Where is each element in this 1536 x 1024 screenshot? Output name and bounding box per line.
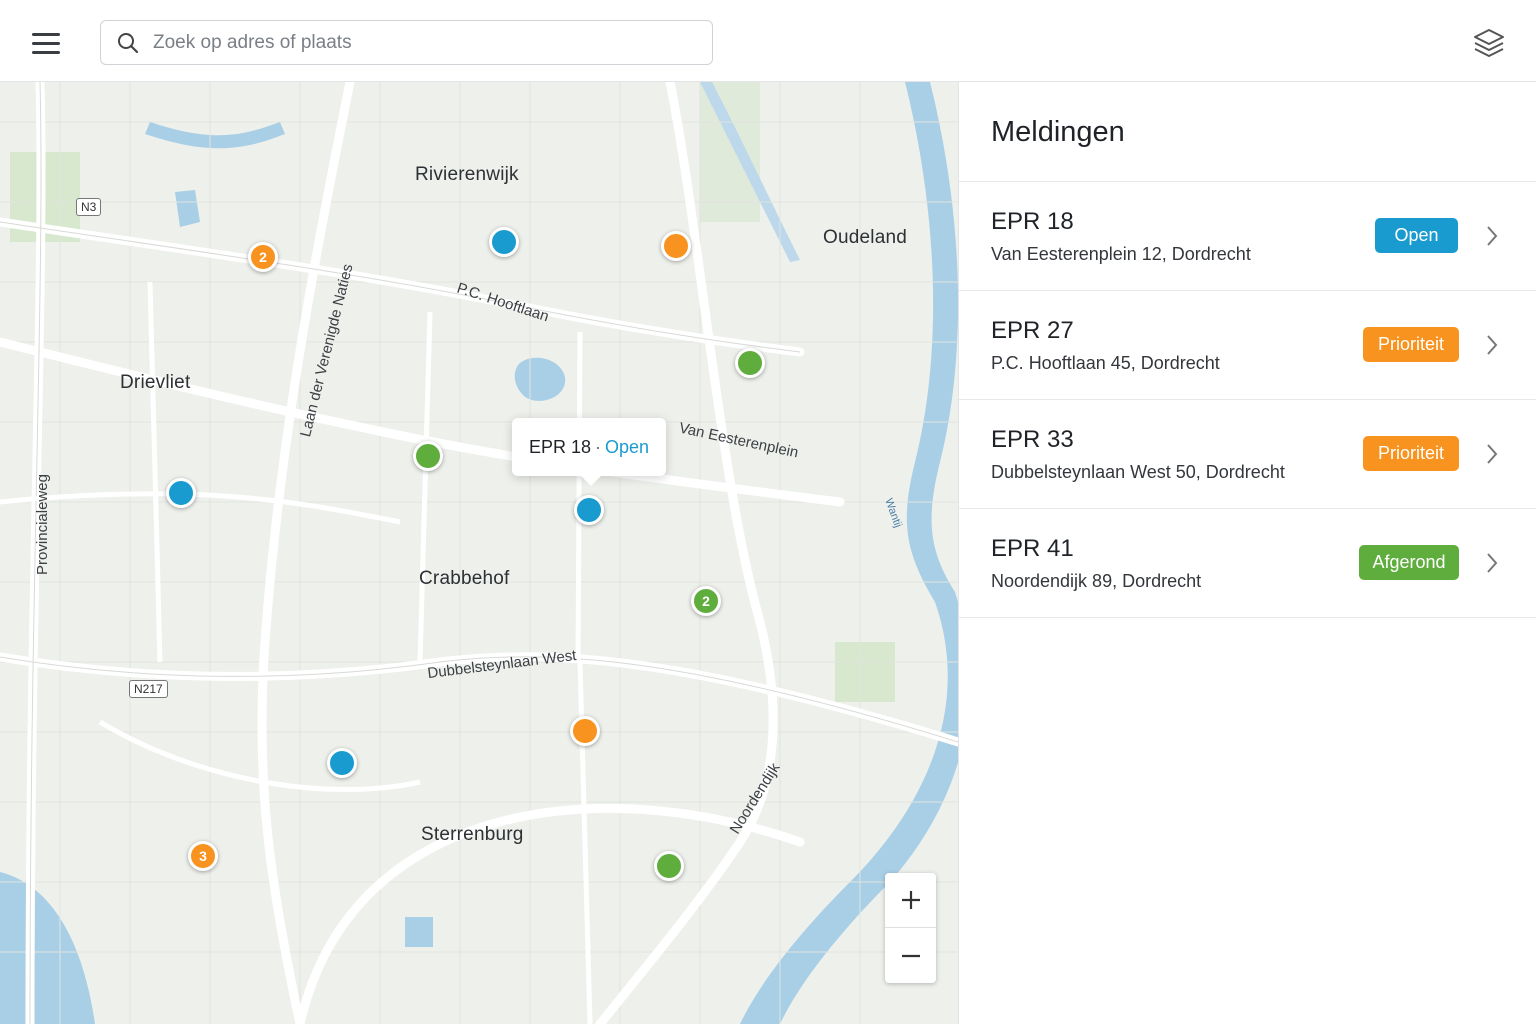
report-item[interactable]: EPR 41 Noordendijk 89, Dordrecht Afgeron…: [959, 509, 1536, 618]
marker-open[interactable]: [327, 748, 357, 778]
popup-separator: ·: [595, 437, 601, 457]
plus-icon[interactable]: [885, 873, 936, 928]
report-id: EPR 27: [991, 317, 1074, 344]
report-address: P.C. Hooftlaan 45, Dordrecht: [991, 353, 1220, 373]
place-label: Rivierenwijk: [415, 164, 519, 185]
report-item[interactable]: EPR 33 Dubbelsteynlaan West 50, Dordrech…: [959, 400, 1536, 509]
report-item[interactable]: EPR 18 Van Eesterenplein 12, Dordrecht O…: [959, 182, 1536, 291]
reports-panel: Meldingen EPR 18 Van Eesterenplein 12, D…: [958, 82, 1536, 1024]
street-label: Provincialeweg: [33, 474, 51, 575]
search-box[interactable]: [100, 20, 713, 65]
top-bar: [0, 0, 1536, 82]
panel-title: Meldingen: [991, 116, 1125, 148]
status-badge: Afgerond: [1359, 545, 1459, 580]
popup-status: Open: [605, 437, 650, 457]
road-shield: N217: [129, 680, 168, 698]
chevron-right-icon[interactable]: [1484, 552, 1500, 574]
report-item[interactable]: EPR 27 P.C. Hooftlaan 45, Dordrecht Prio…: [959, 291, 1536, 400]
marker-open[interactable]: [489, 227, 519, 257]
status-badge: Prioriteit: [1363, 327, 1459, 362]
chevron-right-icon[interactable]: [1484, 443, 1500, 465]
zoom-control: [885, 873, 936, 983]
chevron-right-icon[interactable]: [1484, 225, 1500, 247]
place-label: Oudeland: [823, 227, 908, 248]
chevron-right-icon[interactable]: [1484, 334, 1500, 356]
report-address: Dubbelsteynlaan West 50, Dordrecht: [991, 462, 1285, 482]
marker-priority[interactable]: [570, 716, 600, 746]
report-address: Noordendijk 89, Dordrecht: [991, 571, 1202, 591]
place-label: Drievliet: [120, 372, 191, 393]
menu-icon[interactable]: [24, 24, 68, 62]
marker-popup[interactable]: EPR 18 · Open: [512, 418, 666, 486]
map-base: [0, 82, 958, 1024]
search-input[interactable]: [153, 25, 693, 61]
road-shield: N3: [76, 198, 102, 216]
status-badge: Prioriteit: [1363, 436, 1459, 471]
marker-priority[interactable]: [661, 231, 691, 261]
marker-open-selected[interactable]: [574, 495, 604, 525]
search-icon: [118, 33, 139, 54]
marker-done[interactable]: [735, 348, 765, 378]
marker-done[interactable]: [654, 851, 684, 881]
layers-icon[interactable]: [1470, 24, 1508, 62]
map-view[interactable]: Rivierenwijk Oudeland Drievliet Crabbeho…: [0, 82, 958, 1024]
report-id: EPR 41: [991, 535, 1074, 562]
place-label: Crabbehof: [419, 568, 510, 589]
cluster-marker[interactable]: 2: [248, 242, 278, 272]
status-badge: Open: [1375, 218, 1458, 253]
place-label: Sterrenburg: [421, 824, 524, 845]
report-id: EPR 18: [991, 208, 1074, 235]
cluster-marker[interactable]: 2: [691, 586, 721, 616]
cluster-marker[interactable]: 3: [188, 841, 218, 871]
minus-icon[interactable]: [885, 928, 936, 983]
report-id: EPR 33: [991, 426, 1074, 453]
popup-id: EPR 18: [528, 437, 591, 457]
marker-done[interactable]: [413, 441, 443, 471]
marker-open[interactable]: [166, 478, 196, 508]
report-address: Van Eesterenplein 12, Dordrecht: [991, 244, 1251, 264]
